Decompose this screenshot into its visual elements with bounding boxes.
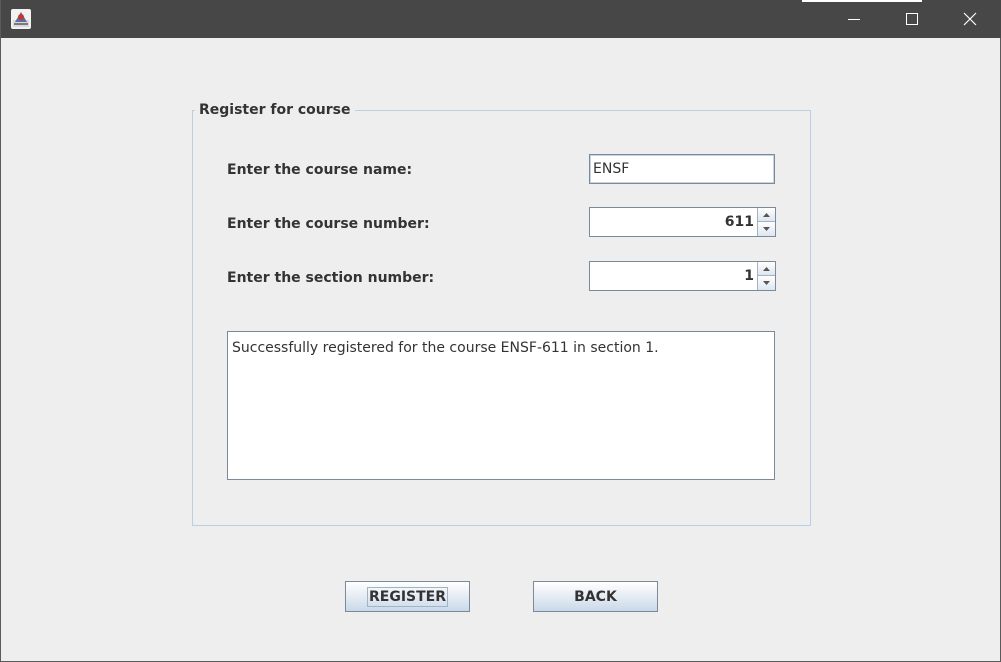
app-window: Register for course Enter the course nam… — [0, 0, 1001, 662]
back-button-label: BACK — [574, 588, 617, 605]
section-number-label: Enter the section number: — [227, 270, 435, 286]
result-message-text: Successfully registered for the course E… — [232, 340, 659, 356]
course-number-input[interactable] — [590, 208, 756, 236]
course-number-label: Enter the course number: — [227, 216, 430, 232]
minimize-icon — [848, 13, 860, 25]
section-number-spin-buttons — [757, 262, 775, 290]
course-name-input[interactable] — [589, 154, 775, 184]
chevron-down-icon — [763, 281, 770, 285]
section-number-increment-button[interactable] — [758, 262, 775, 276]
course-name-label: Enter the course name: — [227, 162, 413, 178]
chevron-up-icon — [763, 212, 770, 217]
close-icon — [963, 12, 977, 26]
register-button-label: REGISTER — [366, 586, 449, 607]
chevron-up-icon — [763, 266, 770, 271]
section-number-spinner — [589, 261, 776, 291]
maximize-button[interactable] — [883, 0, 941, 38]
chevron-down-icon — [763, 227, 770, 231]
course-number-spinner — [589, 207, 776, 237]
title-bar[interactable] — [1, 0, 1001, 38]
section-number-decrement-button[interactable] — [758, 276, 775, 290]
course-number-decrement-button[interactable] — [758, 222, 775, 236]
course-number-increment-button[interactable] — [758, 208, 775, 222]
register-button[interactable]: REGISTER — [345, 581, 470, 612]
close-button[interactable] — [941, 0, 999, 38]
group-title: Register for course — [195, 101, 355, 119]
back-button[interactable]: BACK — [533, 581, 658, 612]
minimize-button[interactable] — [825, 0, 883, 38]
section-number-input[interactable] — [590, 262, 756, 290]
result-message-area[interactable]: Successfully registered for the course E… — [227, 331, 775, 480]
maximize-icon — [906, 13, 918, 25]
java-app-icon[interactable] — [10, 8, 32, 30]
course-number-spin-buttons — [757, 208, 775, 236]
